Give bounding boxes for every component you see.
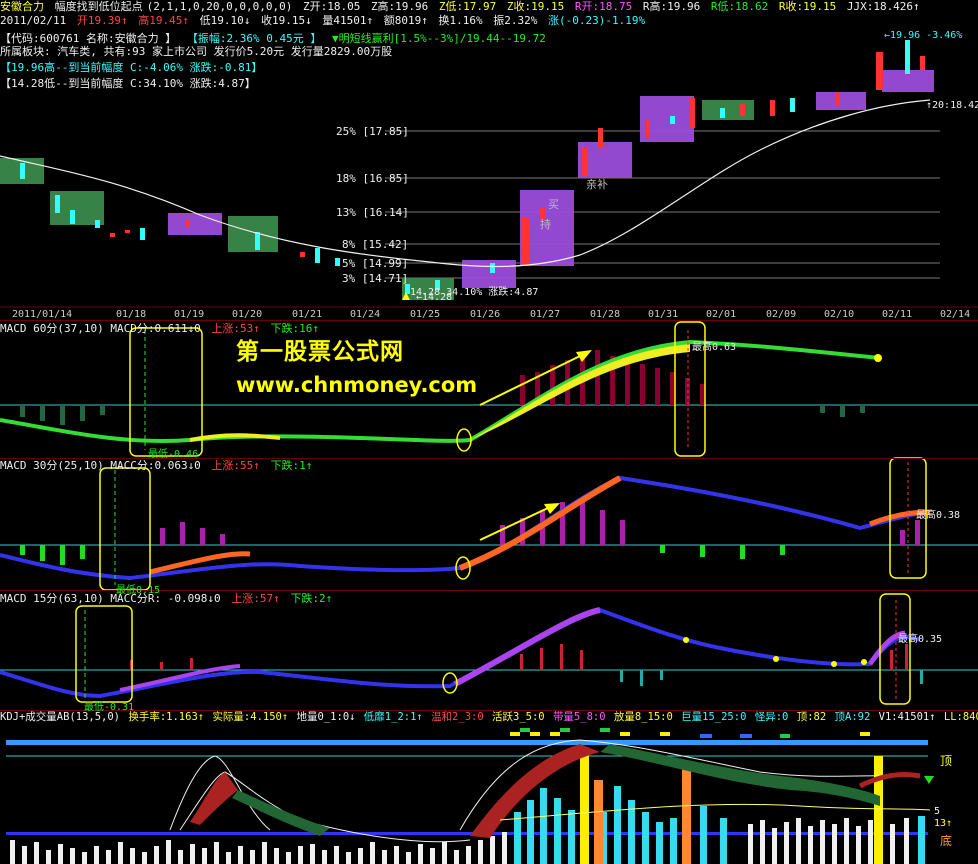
info-row-2: 所属板块: 汽车类, 共有:93 家上市公司 发行价5.20元 发行量2829.… — [0, 45, 396, 58]
quote-open: 开19.39↑ — [76, 14, 128, 27]
date-label: 02/14 — [940, 309, 971, 320]
quote-amount: 额8019↑ — [383, 14, 428, 27]
kdj-v1: V1:41501↑ — [878, 711, 936, 723]
amplitude-tag: 【振幅:2.36% 0.45元 】 — [186, 32, 322, 45]
quote-close: 收19.15↓ — [260, 14, 312, 27]
macd30-title[interactable]: MACD 30分(25,10) MACC分:0.063↓0 — [0, 459, 201, 472]
z-low: Z低:17.97 — [438, 0, 497, 13]
header-row: 安徽合力 幅度找到低位起点 (2,1,1,0,20,0,0,0,0,0) Z开:1… — [0, 0, 924, 13]
date-label: 01/31 — [648, 309, 679, 320]
macd15-header: MACD 15分(63,10) MACC分R: -0.098↓0 上涨:57↑ … — [0, 592, 336, 605]
kdj-top-tag: 顶 — [940, 754, 953, 768]
date-label: 01/26 — [470, 309, 501, 320]
macd30-high: 最高0.38 — [916, 510, 961, 521]
right-annotation: ↑20:18.42 — [926, 100, 978, 111]
date-label: 01/18 — [116, 309, 147, 320]
chart-canvas — [0, 40, 978, 864]
date-label: 01/27 — [530, 309, 561, 320]
macd15-title[interactable]: MACD 15分(63,10) MACC分R: -0.098↓0 — [0, 592, 221, 605]
range-low: 【14.28低--到当前幅度 C:34.10% 涨跌:4.87】 — [0, 77, 256, 90]
macd15-high: 最高0.35 — [898, 634, 943, 645]
quote-date: 2011/02/11 — [0, 14, 67, 27]
kdj-header: KDJ+成交量AB(13,5,0) 换手率:1.163↑ 实际量:4.150↑ … — [0, 711, 978, 724]
r-open: R开:18.75 — [574, 0, 633, 13]
date-label: 02/01 — [706, 309, 737, 320]
low-annotation-detail: 14.28 34.10% 涨跌:4.87 — [410, 287, 539, 298]
info-row-3: 【19.96高--到当前幅度 C:-4.06% 涨跌:-0.81】 — [0, 61, 266, 74]
range-high: 【19.96高--到当前幅度 C:-4.06% 涨跌:-0.81】 — [0, 61, 263, 74]
date-label: 02/09 — [766, 309, 797, 320]
quote-high: 高19.45↑ — [138, 14, 189, 27]
macd30-header: MACD 30分(25,10) MACC分:0.063↓0 上涨:55↑ 下跌:… — [0, 459, 316, 472]
level-18: 18% [16.85] — [336, 172, 409, 185]
app-name: 安徽合力 — [0, 0, 44, 13]
date-label: 02/11 — [882, 309, 913, 320]
level-13: 13% [16.14] — [336, 206, 409, 219]
kdj-low-vol: 低靡1_2:1↑ — [363, 711, 423, 723]
macd15-down: 下跌:2↑ — [290, 592, 333, 605]
jjx-value: JJX:18.426↑ — [846, 0, 920, 13]
info-row-1: 【代码:600761 名称:安徽合力 】 【振幅:2.36% 0.45元 】 ▼… — [0, 32, 550, 45]
info-row-4: 【14.28低--到当前幅度 C:34.10% 涨跌:4.87】 — [0, 77, 260, 90]
quote-change: 涨(-0.23)-1.19% — [547, 14, 646, 27]
level-8: 8% [15.42] — [342, 238, 409, 251]
r-high: R高:19.96 — [642, 0, 701, 13]
macd60-low: 最低-0.46 — [148, 449, 199, 460]
date-label: 01/20 — [232, 309, 263, 320]
watermark-url: www.chnmoney.com — [236, 373, 478, 397]
kdj-mild: 温和2_3:0 — [431, 711, 484, 723]
quote-volume: 量41501↑ — [322, 14, 374, 27]
stock-code: 【代码:600761 名称:安徽合力 】 — [0, 32, 177, 45]
quote-turnover: 换1.16% — [438, 14, 483, 27]
high-annotation: ←19.96 -3.46% — [884, 30, 963, 41]
macd15-up: 上涨:57↑ — [231, 592, 280, 605]
buy-label: 买 — [548, 198, 559, 211]
date-label: 01/25 — [410, 309, 441, 320]
date-label: 02/10 — [824, 309, 855, 320]
kdj-turnover: 换手率:1.163↑ — [128, 711, 205, 723]
level-5: 5% [14.99] — [342, 257, 409, 270]
r-low: R低:18.62 — [710, 0, 769, 13]
kdj-right-13: 13↑ — [934, 818, 953, 829]
macd30-down: 下跌:1↑ — [270, 459, 313, 472]
kdj-top-a: 顶A:92 — [834, 711, 871, 723]
kdj-big: 放量8_15:0 — [613, 711, 673, 723]
trend-tag: ▼明短线赢利[1.5%--3%]/19.44--19.72 — [331, 32, 546, 45]
z-close: Z收:19.15 — [506, 0, 565, 13]
macd30-up: 上涨:55↑ — [211, 459, 260, 472]
hold-label-2: 持 — [540, 218, 551, 231]
level-25: 25% [17.85] — [336, 125, 409, 138]
quote-amplitude: 振2.32% — [493, 14, 538, 27]
kdj-real-volume: 实际量:4.150↑ — [212, 711, 289, 723]
panel-divider[interactable] — [0, 320, 978, 321]
kdj-ll: LL:8406 — [943, 711, 978, 723]
formula-name[interactable]: 幅度找到低位起点 — [55, 0, 143, 13]
date-label: 01/19 — [174, 309, 205, 320]
kdj-top-count: 顶:82 — [796, 711, 827, 723]
formula-params: (2,1,1,0,20,0,0,0,0,0) — [146, 0, 293, 13]
date-label: 01/24 — [350, 309, 381, 320]
kdj-abnormal: 怪异:0 — [754, 711, 789, 723]
quote-low: 低19.10↓ — [199, 14, 251, 27]
hold-label: 亲补 — [586, 178, 608, 191]
kdj-ground: 地量0_1:0↓ — [296, 711, 356, 723]
kdj-right-5: 5 — [934, 806, 941, 817]
kdj-active: 活跃3_5:0 — [492, 711, 545, 723]
sector-info: 所属板块: 汽车类, 共有:93 家上市公司 发行价5.20元 发行量2829.… — [0, 45, 393, 58]
z-high: Z高:19.96 — [370, 0, 429, 13]
date-label: 01/28 — [590, 309, 621, 320]
quote-row: 2011/02/11 开19.39↑ 高19.45↑ 低19.10↓ 收19.1… — [0, 14, 649, 27]
kdj-heavy: 带量5_8:0 — [552, 711, 606, 723]
macd60-title[interactable]: MACD 60分(37,10) MACD分:0.611↓0 — [0, 322, 201, 335]
kdj-bottom-tag: 底 — [940, 834, 953, 848]
kdj-huge: 巨量15_25:0 — [681, 711, 747, 723]
r-close: R收:19.15 — [778, 0, 837, 13]
date-label: 01/21 — [292, 309, 323, 320]
z-open: Z开:18.05 — [302, 0, 361, 13]
kdj-title[interactable]: KDJ+成交量AB(13,5,0) — [0, 711, 120, 723]
level-3: 3% [14.71] — [342, 272, 409, 285]
date-label: 2011/01/14 — [12, 309, 73, 320]
macd60-high: 最高0.63 — [692, 342, 737, 353]
watermark-title: 第一股票公式网 — [236, 339, 404, 365]
